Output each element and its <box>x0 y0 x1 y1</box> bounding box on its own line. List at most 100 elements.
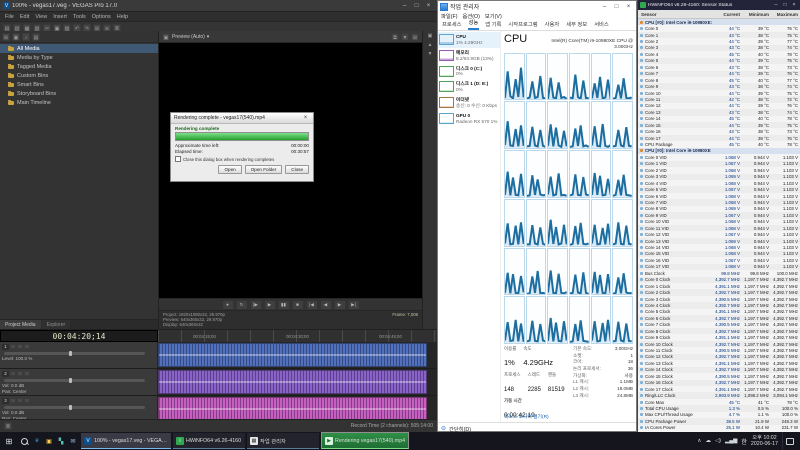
search-button[interactable] <box>18 438 31 445</box>
perf-sidebar-item[interactable]: 디스크 1 (D: E:) 0% <box>438 79 500 95</box>
mute-button[interactable] <box>10 398 16 403</box>
sensor-row[interactable]: Core 17 44 °C 39 °C 76 °C <box>638 135 800 141</box>
hwinfo-titlebar[interactable]: HWiNFO64 v6.26-4160: Sensor Status – □ × <box>638 0 800 10</box>
track-lane[interactable] <box>158 369 437 395</box>
close-on-complete-checkbox[interactable] <box>175 156 181 162</box>
core-usage-graph[interactable] <box>547 296 568 344</box>
sensor-row[interactable]: Core 13 43 °C 38 °C 74 °C <box>638 109 800 115</box>
sensor-row[interactable]: Core 13 VID 1.069 V 0.944 V 1.103 V <box>638 238 800 244</box>
core-usage-graph[interactable] <box>591 53 612 101</box>
bin-item[interactable]: All Media <box>0 44 158 53</box>
core-usage-graph[interactable] <box>504 101 525 149</box>
core-usage-graph[interactable] <box>612 296 633 344</box>
core-usage-graph[interactable] <box>547 248 568 296</box>
task-manager-titlebar[interactable]: 작업 관리자 – □ × <box>438 1 636 12</box>
dialog-button[interactable]: Open <box>218 165 241 174</box>
close-button[interactable]: × <box>790 1 798 9</box>
sensor-row[interactable]: Core 2 VID 1.068 V 0.944 V 1.103 V <box>638 167 800 173</box>
core-usage-graph[interactable] <box>526 101 547 149</box>
sensor-row[interactable]: Core 15 Clock 4,390.5 MHz 1,197.7 MHz 4,… <box>638 373 800 379</box>
arm-record-button[interactable] <box>24 398 30 403</box>
core-usage-graph[interactable] <box>591 296 612 344</box>
sensor-row[interactable]: Core 16 Clock 4,392.7 MHz 1,197.7 MHz 4,… <box>638 380 800 386</box>
sensor-row[interactable]: Core 0 VID 1.068 V 0.944 V 1.103 V <box>638 154 800 160</box>
core-usage-graph[interactable] <box>547 150 568 198</box>
core-usage-graph[interactable] <box>526 53 547 101</box>
action-center-button[interactable] <box>782 432 797 450</box>
menu-item[interactable]: Insert <box>53 14 67 20</box>
message-log-icon[interactable]: ≣ <box>4 422 12 430</box>
start-button[interactable]: ⊞ <box>0 432 18 450</box>
sensor-row[interactable]: Core 3 VID 1.069 V 0.944 V 1.103 V <box>638 174 800 180</box>
core-usage-graph[interactable] <box>591 101 612 149</box>
sensor-row[interactable]: Core 14 Clock 4,392.7 MHz 1,197.7 MHz 4,… <box>638 367 800 373</box>
play-icon[interactable]: ▶ <box>264 300 276 310</box>
mail-icon[interactable]: ✉ <box>67 432 79 450</box>
minimize-button[interactable]: – <box>772 1 780 9</box>
core-usage-graph[interactable] <box>612 101 633 149</box>
pause-icon[interactable]: ▮▮ <box>278 300 290 310</box>
save-snapshot-icon[interactable]: ▼ <box>401 33 409 41</box>
sensor-row[interactable]: Core 5 44 °C 39 °C 75 °C <box>638 58 800 64</box>
sensor-row[interactable]: Core 15 VID 1.068 V 0.944 V 1.103 V <box>638 251 800 257</box>
prev-frame-icon[interactable]: ◀ <box>320 300 332 310</box>
core-usage-graph[interactable] <box>612 199 633 247</box>
tab[interactable]: 사용자 <box>544 19 561 30</box>
core-usage-graph[interactable] <box>612 53 633 101</box>
sensor-row[interactable]: CPU Package Power 38.5 W 21.9 W 248.3 W <box>638 418 800 424</box>
menu-item[interactable]: Help <box>117 14 128 20</box>
tab[interactable]: 세부 정보 <box>565 19 588 30</box>
level-slider[interactable] <box>4 379 145 382</box>
sensor-row[interactable]: Core 1 VID 1.067 V 0.944 V 1.103 V <box>638 161 800 167</box>
close-button[interactable]: × <box>623 2 634 11</box>
sensor-row[interactable]: Core 8 Clock 4,392.7 MHz 1,197.7 MHz 4,3… <box>638 328 800 334</box>
preview-quality-dropdown[interactable]: Preview (Auto) ▾ <box>172 34 209 40</box>
core-usage-graph[interactable] <box>547 101 568 149</box>
arm-record-button[interactable] <box>24 371 30 376</box>
sensor-row[interactable]: Ring/LLC Clock 2,993.9 MHz 1,098.2 MHz 3… <box>638 392 800 398</box>
arm-record-button[interactable] <box>24 344 30 349</box>
sensor-row[interactable]: Core 5 VID 1.067 V 0.944 V 1.103 V <box>638 186 800 192</box>
sensor-row[interactable]: Core 4 VID 1.068 V 0.944 V 1.103 V <box>638 180 800 186</box>
taskbar-app-button[interactable]: V 100% - vegas17.veg - VEGAS Pro 17.0 <box>81 433 171 449</box>
perf-sidebar-item[interactable]: CPU 1% 4.29GHz <box>438 32 500 48</box>
sensor-row[interactable]: Core 2 44 °C 39 °C 77 °C <box>638 38 800 44</box>
sensor-row[interactable]: Bus Clock 99.8 MHz 99.8 MHz 100.0 MHz <box>638 270 800 276</box>
maximize-button[interactable]: □ <box>411 1 422 10</box>
taskbar-clock[interactable]: 오후 10:02 2020-06-17 <box>751 435 778 447</box>
core-usage-graph[interactable] <box>612 248 633 296</box>
dialog-button[interactable]: Close <box>285 165 309 174</box>
dock-panel-icon[interactable]: ▣ <box>428 33 433 39</box>
stop-icon[interactable]: ■ <box>292 300 304 310</box>
core-usage-graph[interactable] <box>569 101 590 149</box>
sensor-row[interactable]: Core 3 43 °C 38 °C 74 °C <box>638 45 800 51</box>
core-usage-graph[interactable] <box>569 53 590 101</box>
sensor-row[interactable]: Core 1 43 °C 38 °C 75 °C <box>638 32 800 38</box>
open-resource-monitor-link[interactable]: 리소스 모니터 열기(R) <box>504 413 633 420</box>
timeline-event[interactable] <box>158 370 427 394</box>
core-usage-graph[interactable] <box>569 150 590 198</box>
sensor-row[interactable]: Core 10 VID 1.068 V 0.944 V 1.103 V <box>638 219 800 225</box>
sensor-row[interactable]: Core 9 43 °C 38 °C 74 °C <box>638 83 800 89</box>
sensor-row[interactable]: Core 12 44 °C 39 °C 76 °C <box>638 103 800 109</box>
maximize-button[interactable]: □ <box>781 1 789 9</box>
core-usage-graph[interactable] <box>504 296 525 344</box>
sensor-row[interactable]: Core 17 VID 1.068 V 0.944 V 1.103 V <box>638 264 800 270</box>
hidden-icons-chevron[interactable]: ∧ <box>697 438 701 444</box>
minimize-button[interactable]: – <box>399 1 410 10</box>
solo-button[interactable] <box>17 398 23 403</box>
sensor-row[interactable]: Core 10 Clock 4,392.7 MHz 1,197.7 MHz 4,… <box>638 341 800 347</box>
bin-item[interactable]: Custom Bins <box>0 71 158 80</box>
sensor-row[interactable]: Core 4 Clock 4,392.7 MHz 1,197.7 MHz 4,3… <box>638 302 800 308</box>
perf-sidebar-item[interactable]: 디스크 0 (C:) 0% <box>438 64 500 80</box>
sensor-row[interactable]: Core 11 VID 1.068 V 0.944 V 1.103 V <box>638 225 800 231</box>
core-usage-graph[interactable] <box>547 199 568 247</box>
sensor-row[interactable]: Core 14 45 °C 40 °C 78 °C <box>638 116 800 122</box>
dialog-close-icon[interactable]: × <box>301 115 310 121</box>
level-slider[interactable] <box>4 352 145 355</box>
sensor-row[interactable]: Core 9 Clock 4,391.1 MHz 1,197.7 MHz 4,3… <box>638 334 800 340</box>
core-usage-graph[interactable] <box>526 150 547 198</box>
core-usage-graph[interactable] <box>504 199 525 247</box>
core-usage-graph[interactable] <box>526 199 547 247</box>
sensor-row[interactable]: Core 12 Clock 4,392.7 MHz 1,197.7 MHz 4,… <box>638 354 800 360</box>
